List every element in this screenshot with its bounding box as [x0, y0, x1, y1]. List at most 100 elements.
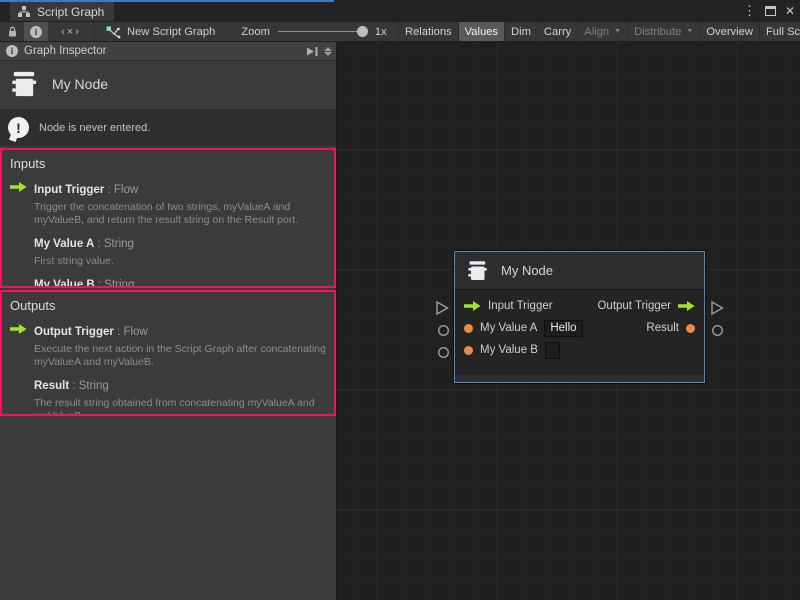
code-view-button[interactable]: ‹×› [48, 22, 94, 41]
script-graph-window: Script Graph ⋮ ✕ i ‹×› [0, 0, 800, 600]
value-b-port[interactable]: My Value B [464, 342, 560, 359]
value-a-input[interactable]: Hello [544, 320, 582, 337]
port-label: Output Trigger [597, 300, 671, 312]
fullscreen-button[interactable]: Full Scr [759, 22, 800, 41]
inputs-title: Inputs [10, 156, 326, 171]
flow-arrow-icon [464, 300, 481, 312]
external-flow-port-right[interactable] [710, 300, 725, 316]
port-name: My Value B [34, 279, 95, 288]
port-row-input-trigger: Input Trigger : Flow Trigger the concate… [10, 180, 326, 227]
align-dropdown: Align▼ [577, 22, 627, 41]
tab-label: Script Graph [37, 5, 104, 19]
value-dot-icon [686, 324, 695, 333]
inspect-toggle-button[interactable]: i [24, 22, 48, 41]
inspected-node-summary: My Node [0, 61, 336, 107]
zoom-slider-knob[interactable] [357, 26, 368, 37]
my-node[interactable]: My Node Input Trigger Output Trigger [454, 251, 705, 383]
dim-button[interactable]: Dim [504, 22, 537, 41]
graph-inspector-panel: i Graph Inspector [0, 42, 337, 600]
value-dot-icon [10, 275, 34, 288]
port-description: Trigger the concatenation of two strings… [34, 201, 326, 227]
external-value-port-right[interactable] [711, 324, 724, 337]
graph-inspector-title: Graph Inspector [24, 45, 306, 57]
outputs-title: Outputs [10, 298, 326, 313]
dock-panel-icon[interactable] [306, 46, 319, 57]
port-type: : String [69, 380, 109, 392]
carry-button[interactable]: Carry [537, 22, 577, 41]
graph-canvas[interactable]: My Node Input Trigger Output Trigger [337, 42, 800, 600]
toolbar-separator [94, 22, 95, 41]
close-icon[interactable]: ✕ [785, 5, 795, 17]
port-description: Execute the next action in the Script Gr… [34, 343, 326, 369]
outputs-section: Outputs Output Trigger : Flow Execute th… [0, 290, 336, 416]
zoom-label: Zoom [241, 26, 270, 38]
chevron-down-icon: ▼ [614, 28, 621, 35]
zoom-slider-track [278, 31, 368, 32]
inputs-section: Inputs Input Trigger : Flow Trigger the … [0, 148, 336, 288]
maximize-icon[interactable] [765, 6, 776, 16]
flow-arrow-icon [678, 300, 695, 312]
lock-button[interactable] [0, 22, 24, 41]
external-flow-port-left[interactable] [435, 300, 450, 316]
node-body: Input Trigger Output Trigger My Val [455, 290, 704, 361]
port-name: Output Trigger [34, 326, 114, 338]
value-dot-icon [10, 376, 34, 416]
arrow-up-icon [324, 47, 332, 51]
node-title: My Node [501, 263, 553, 278]
node-warning: ! Node is never entered. [0, 109, 336, 146]
port-row-output-trigger: Output Trigger : Flow Execute the next a… [10, 322, 326, 369]
external-value-port-left-b[interactable] [437, 346, 450, 359]
new-graph-label: New Script Graph [127, 26, 215, 38]
arrow-down-icon [324, 52, 332, 56]
port-type: : String [94, 238, 134, 250]
titlebar: Script Graph ⋮ ✕ [0, 0, 800, 21]
info-icon: i [30, 26, 42, 38]
relations-button[interactable]: Relations [398, 22, 458, 41]
result-port[interactable]: Result [646, 322, 695, 334]
port-description: First string value. [34, 255, 134, 268]
overview-button[interactable]: Overview [699, 22, 759, 41]
flow-arrow-icon [10, 322, 34, 369]
node-icon [465, 259, 489, 283]
distribute-dropdown: Distribute▼ [627, 22, 699, 41]
port-name: My Value A [34, 238, 94, 250]
port-name: Result [34, 380, 69, 392]
new-script-graph-button[interactable]: New Script Graph [105, 25, 215, 39]
port-row-result: Result : String The result string obtain… [10, 376, 326, 416]
value-dot-icon [464, 324, 473, 333]
graph-inspector-header[interactable]: i Graph Inspector [0, 42, 336, 61]
port-label: My Value B [480, 344, 538, 356]
external-value-port-left-a[interactable] [437, 324, 450, 337]
input-trigger-port[interactable]: Input Trigger [464, 300, 553, 312]
info-icon: i [6, 45, 18, 57]
values-button[interactable]: Values [458, 22, 504, 41]
zoom-value: 1x [375, 26, 387, 38]
port-name: Input Trigger [34, 184, 104, 196]
port-label: Input Trigger [488, 300, 553, 312]
port-row-my-value-b: My Value B : String Second string value. [10, 275, 326, 288]
zoom-slider[interactable] [278, 21, 368, 42]
window-menu-icon[interactable]: ⋮ [743, 4, 756, 17]
flow-arrow-icon [10, 180, 34, 227]
new-graph-icon [105, 25, 121, 39]
inspected-node-title: My Node [52, 76, 108, 92]
lock-icon [6, 25, 19, 38]
node-icon [8, 69, 39, 100]
value-a-port[interactable]: My Value A Hello [464, 320, 583, 337]
output-trigger-port[interactable]: Output Trigger [597, 300, 695, 312]
port-description: The result string obtained from concaten… [34, 397, 326, 416]
port-label: My Value A [480, 322, 537, 334]
value-dot-icon [464, 346, 473, 355]
panel-scroll-arrows[interactable] [324, 47, 332, 56]
port-type: : Flow [114, 326, 148, 338]
chevron-down-icon: ▼ [686, 28, 693, 35]
value-b-input[interactable] [545, 342, 560, 359]
tab-script-graph[interactable]: Script Graph [10, 2, 114, 21]
port-row-my-value-a: My Value A : String First string value. [10, 234, 326, 268]
port-label: Result [646, 322, 679, 334]
node-footer [455, 373, 704, 382]
graph-hierarchy-icon [17, 5, 31, 18]
graph-toolbar: i ‹×› New Script Graph Zoom 1x Relations… [0, 21, 800, 42]
node-header[interactable]: My Node [455, 252, 704, 290]
warning-bubble-icon: ! [8, 117, 29, 138]
